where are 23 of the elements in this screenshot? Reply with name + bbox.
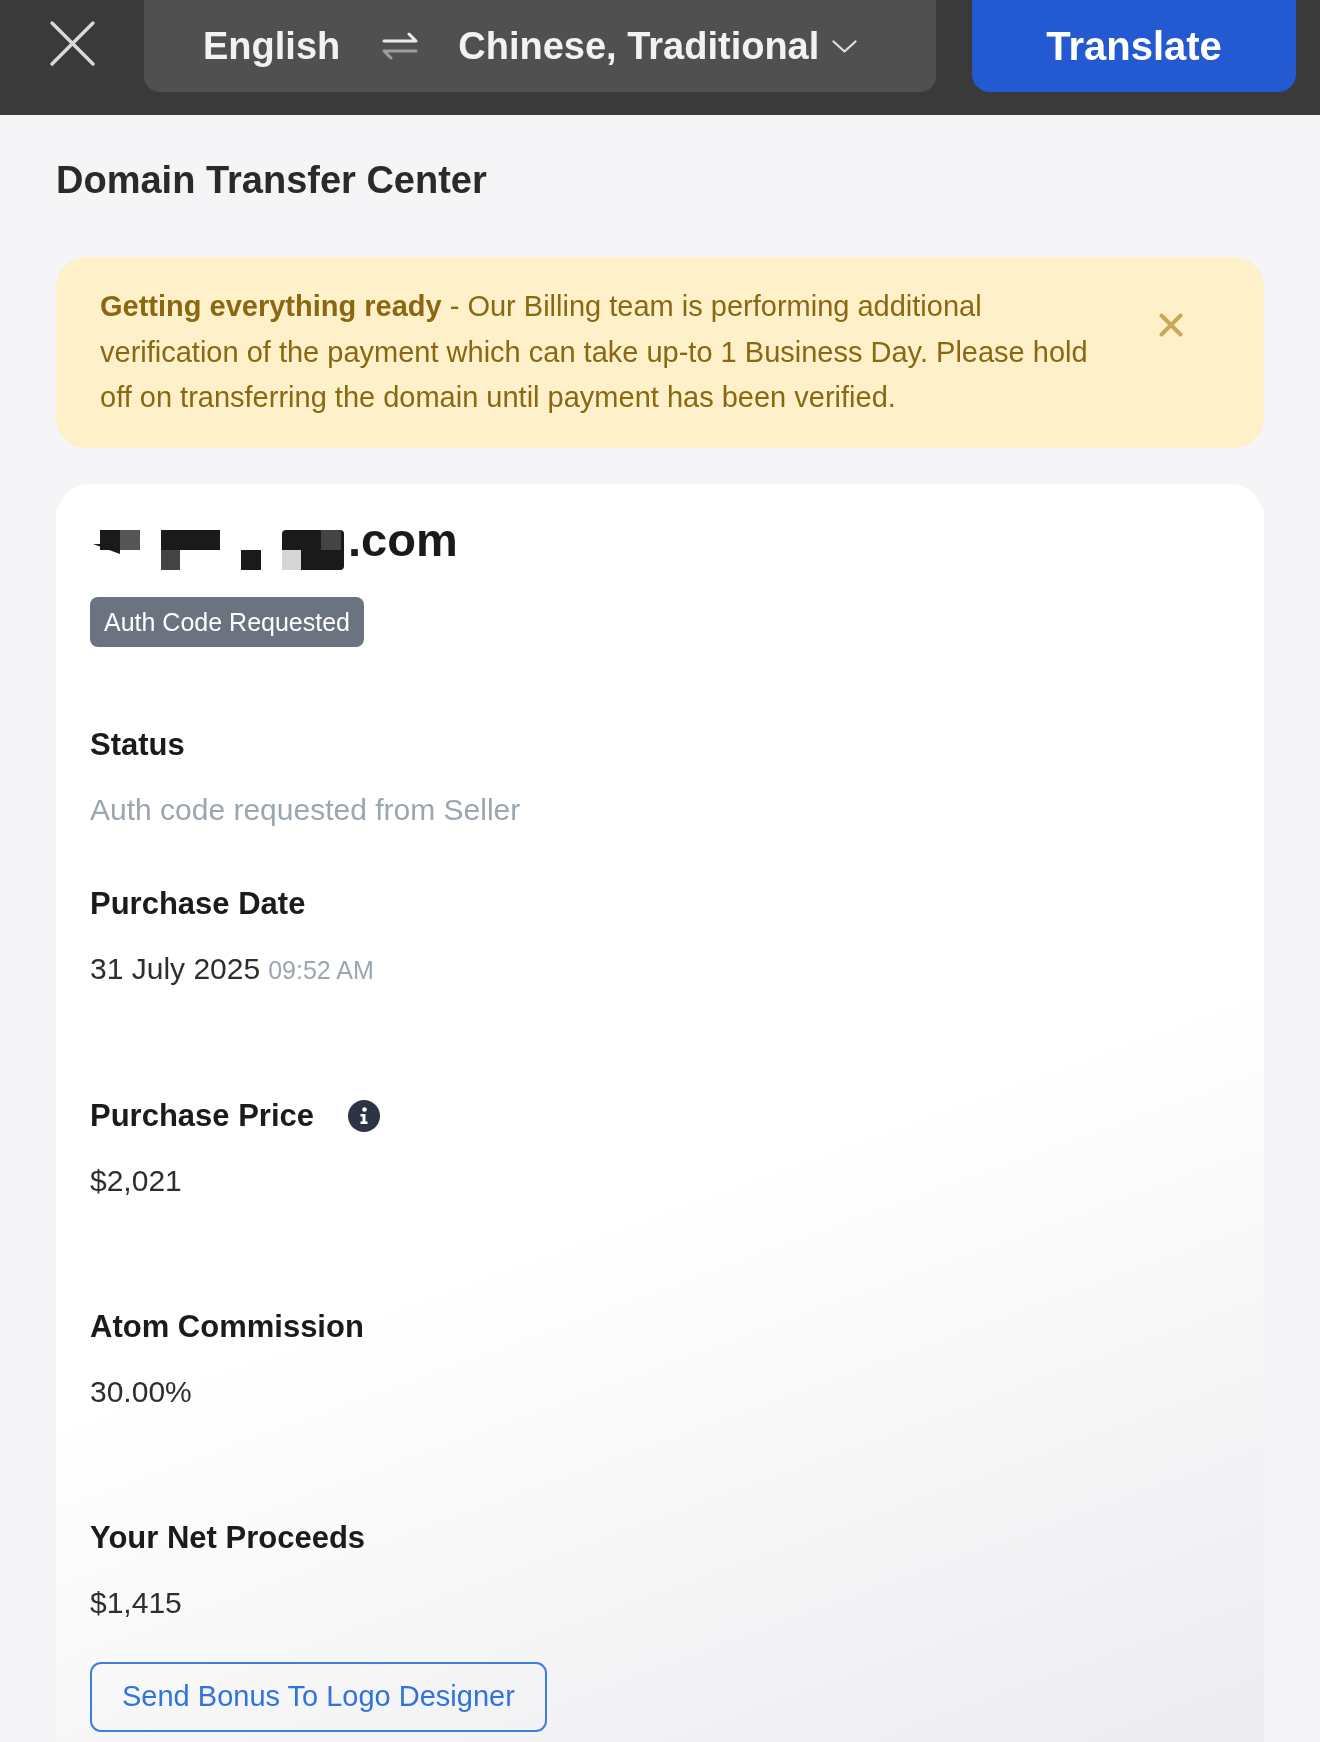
alert-message: Getting everything ready - Our Billing team is performing additional verification of the payment which can take up-to 1 Business Day. Please hold off on transferring the domain until payment has been verified.	[100, 289, 1089, 415]
source-language-button[interactable]: English	[203, 24, 341, 68]
field-label: Purchase Date	[90, 884, 306, 923]
close-icon[interactable]	[49, 20, 96, 67]
status-badge: Auth Code Requested	[90, 596, 364, 647]
info-icon[interactable]	[348, 1099, 381, 1132]
target-language-dropdown[interactable]: Chinese, Traditional	[458, 24, 858, 68]
field-value: $1,415	[90, 1584, 182, 1621]
field-label: Purchase Price	[90, 1096, 315, 1135]
field-label: Atom Commission	[90, 1307, 364, 1346]
field-value: $2,021	[90, 1162, 182, 1199]
translate-button[interactable]: Translate	[972, 0, 1296, 92]
swap-icon[interactable]	[382, 32, 419, 60]
caret-icon	[832, 39, 858, 53]
date-text: 31 July 2025	[90, 950, 261, 987]
status-text: Auth code requested from Seller	[90, 791, 521, 828]
field-label: Status	[90, 725, 185, 764]
send-bonus-button[interactable]: Send Bonus To Logo Designer	[90, 1661, 547, 1732]
field-label: Your Net Proceeds	[90, 1518, 366, 1557]
domain-name: .com	[348, 511, 458, 568]
time-text: 09:52 AM	[268, 954, 374, 986]
field-value: 30.00%	[90, 1373, 192, 1410]
page-title: Domain Transfer Center	[56, 158, 487, 202]
